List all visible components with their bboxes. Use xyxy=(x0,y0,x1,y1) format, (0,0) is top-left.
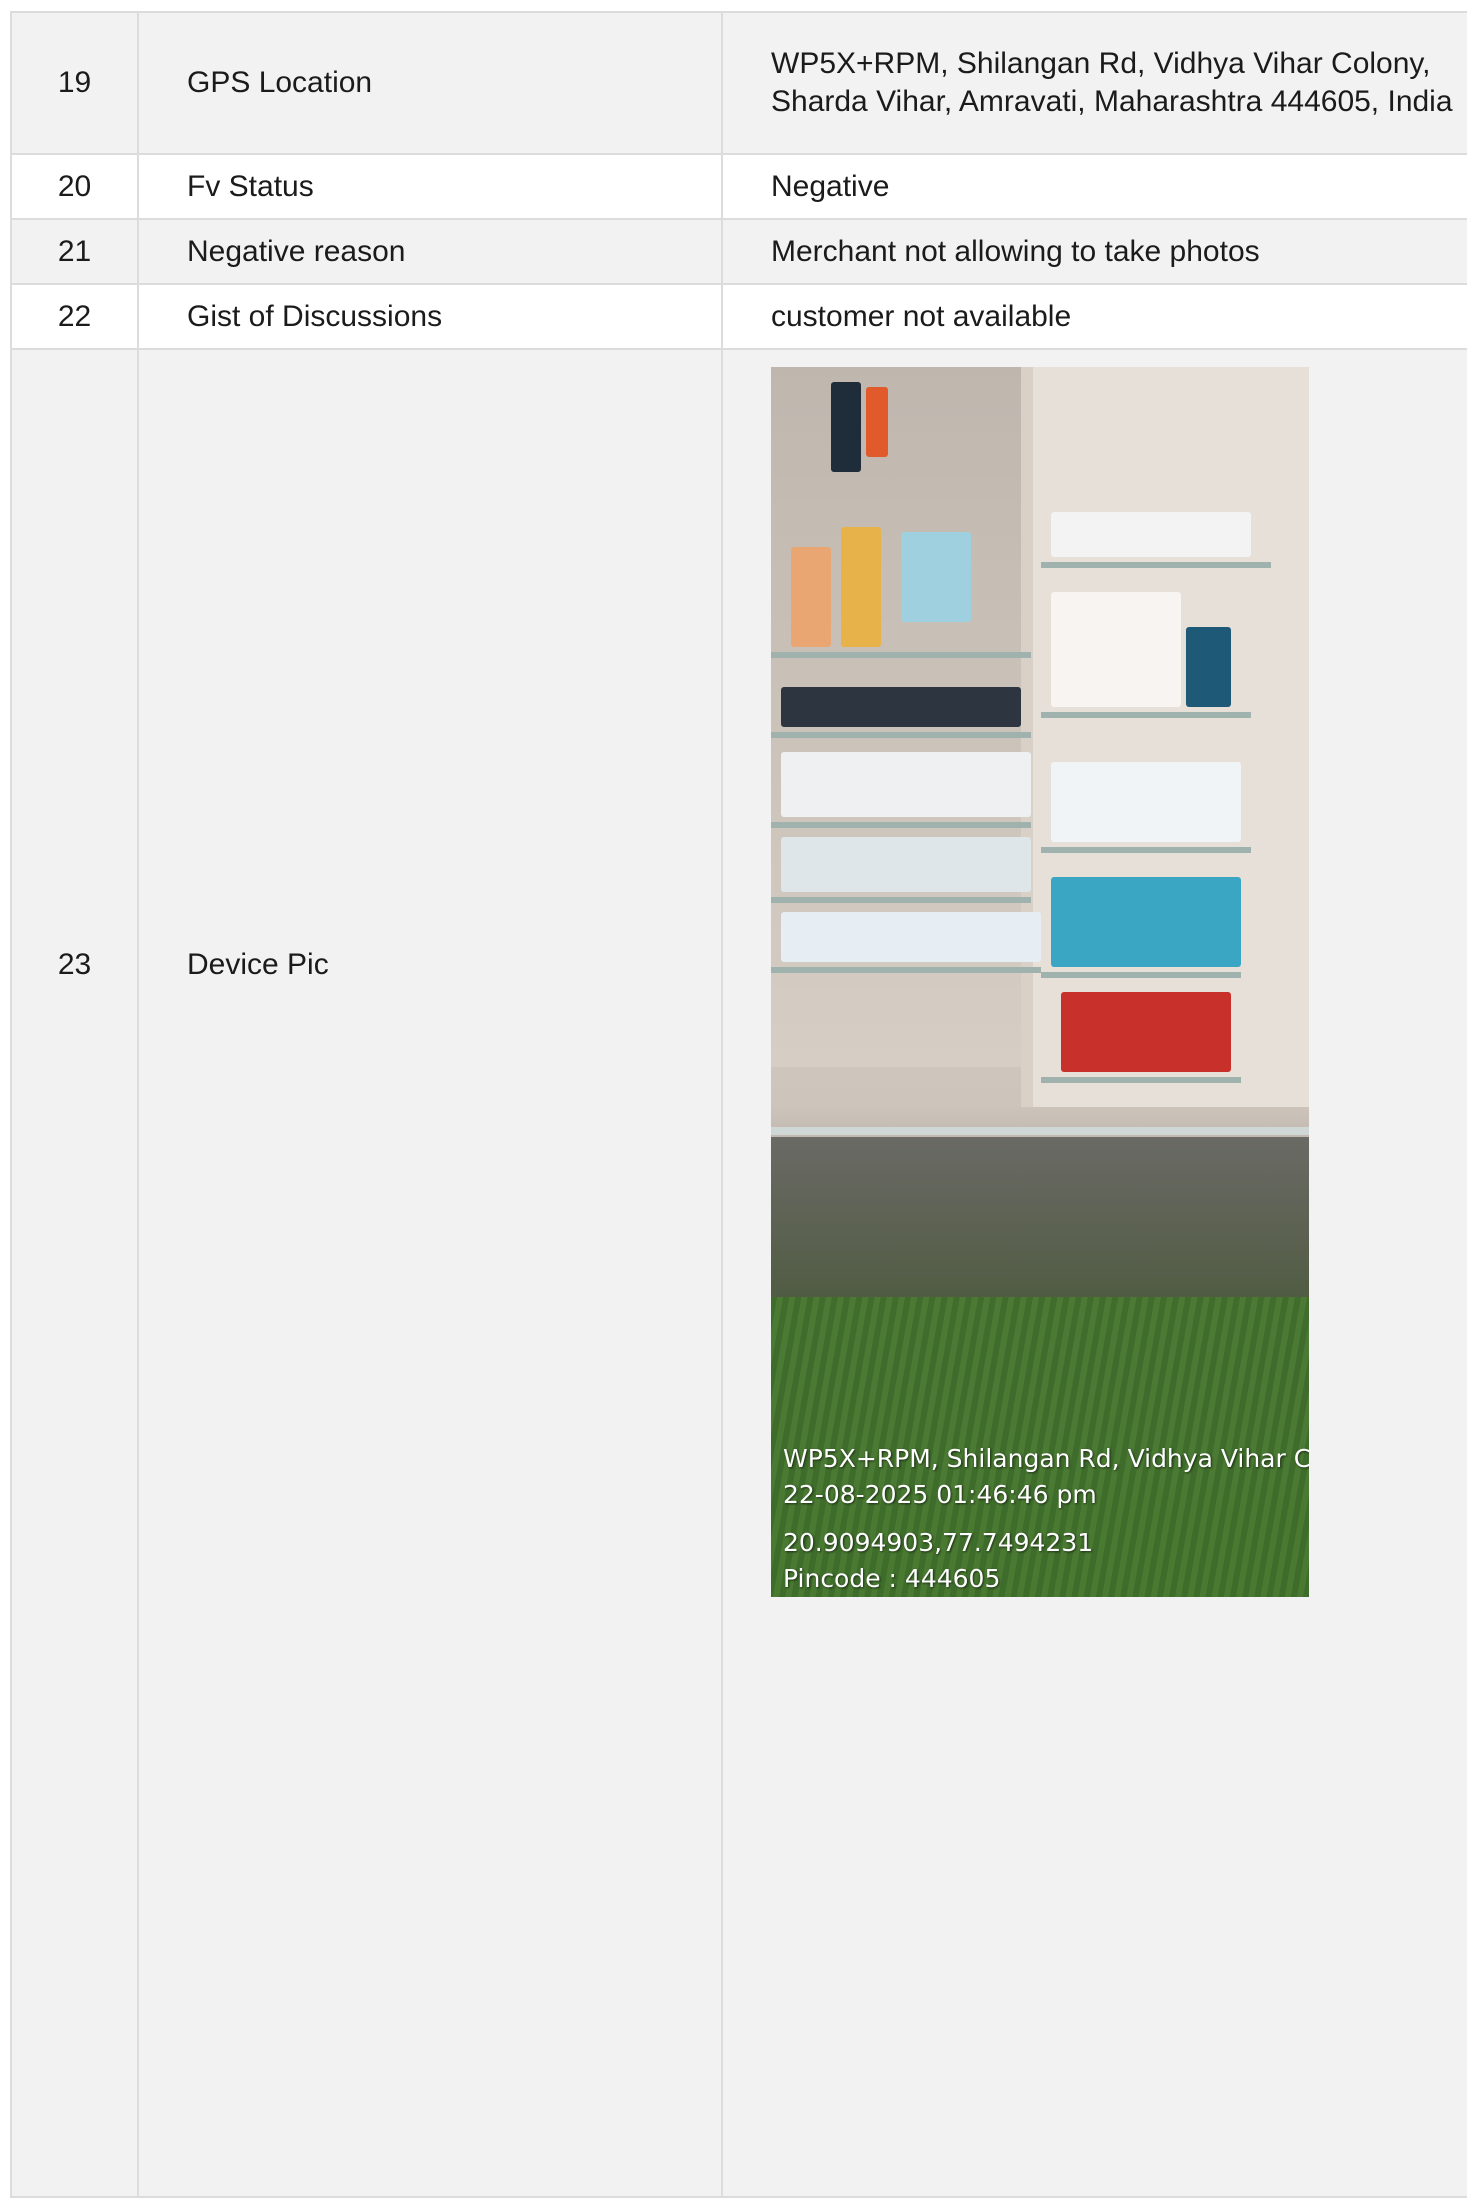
table-row: 19 GPS Location WP5X+RPM, Shilangan Rd, … xyxy=(10,11,1467,155)
photo-shelf xyxy=(771,652,1031,658)
field-label: Negative reason xyxy=(137,218,723,285)
photo-product xyxy=(841,527,881,647)
photo-coordinates: 20.9094903,77.7494231 xyxy=(783,1528,1094,1557)
row-number: 22 xyxy=(10,283,139,350)
photo-datetime: 22-08-2025 01:46:46 pm xyxy=(783,1480,1097,1509)
field-label: Fv Status xyxy=(137,153,723,220)
field-value: Negative xyxy=(721,153,1467,220)
field-label: GPS Location xyxy=(137,11,723,155)
field-value: WP5X+RPM, Shilangan Rd, Vidhya Vihar Col… xyxy=(721,11,1467,155)
photo-shelf xyxy=(771,967,1041,973)
table-row: 22 Gist of Discussions customer not avai… xyxy=(10,283,1467,350)
row-number: 21 xyxy=(10,218,139,285)
photo-product-row xyxy=(1051,762,1241,842)
photo-product-row xyxy=(781,837,1031,892)
table-row: 23 Device Pic WP5X+RPM, Shilangan Rd, Vi… xyxy=(10,348,1467,2198)
photo-product-row xyxy=(781,687,1021,727)
photo-product xyxy=(791,547,831,647)
row-number: 20 xyxy=(10,153,139,220)
photo-shelf xyxy=(1041,1077,1241,1083)
details-table: 19 GPS Location WP5X+RPM, Shilangan Rd, … xyxy=(10,11,1467,2198)
photo-address: WP5X+RPM, Shilangan Rd, Vidhya Vihar Col… xyxy=(783,1444,1309,1473)
photo-product xyxy=(831,382,861,472)
photo-shelf xyxy=(1041,847,1251,853)
photo-shelf xyxy=(771,822,1031,828)
photo-shelf xyxy=(771,732,1031,738)
photo-product-row xyxy=(1051,877,1241,967)
photo-product-row xyxy=(1051,592,1181,707)
field-label: Device Pic xyxy=(137,348,723,2198)
photo-product xyxy=(901,532,971,622)
table-row: 20 Fv Status Negative xyxy=(10,153,1467,220)
photo-shelf xyxy=(1041,972,1241,978)
photo-shelf xyxy=(771,897,1031,903)
photo-product xyxy=(866,387,888,457)
photo-product-row xyxy=(1061,992,1231,1072)
photo-shelf xyxy=(1041,712,1251,718)
photo-product-row xyxy=(1051,512,1251,557)
photo-glass-edge xyxy=(771,1127,1309,1135)
photo-product-row xyxy=(781,912,1041,962)
photo-product xyxy=(1186,627,1231,707)
field-label: Gist of Discussions xyxy=(137,283,723,350)
field-value: Merchant not allowing to take photos xyxy=(721,218,1467,285)
photo-product-row xyxy=(781,752,1031,817)
field-value: customer not available xyxy=(721,283,1467,350)
table-row: 21 Negative reason Merchant not allowing… xyxy=(10,218,1467,285)
photo-pincode: Pincode : 444605 xyxy=(783,1564,1001,1593)
photo-geotag-overlay: WP5X+RPM, Shilangan Rd, Vidhya Vihar Col… xyxy=(783,1441,1309,1597)
row-number: 19 xyxy=(10,11,139,155)
device-pic-cell: WP5X+RPM, Shilangan Rd, Vidhya Vihar Col… xyxy=(721,348,1467,2198)
photo-shelf xyxy=(1041,562,1271,568)
device-photo: WP5X+RPM, Shilangan Rd, Vidhya Vihar Col… xyxy=(771,367,1309,1597)
row-number: 23 xyxy=(10,348,139,2198)
